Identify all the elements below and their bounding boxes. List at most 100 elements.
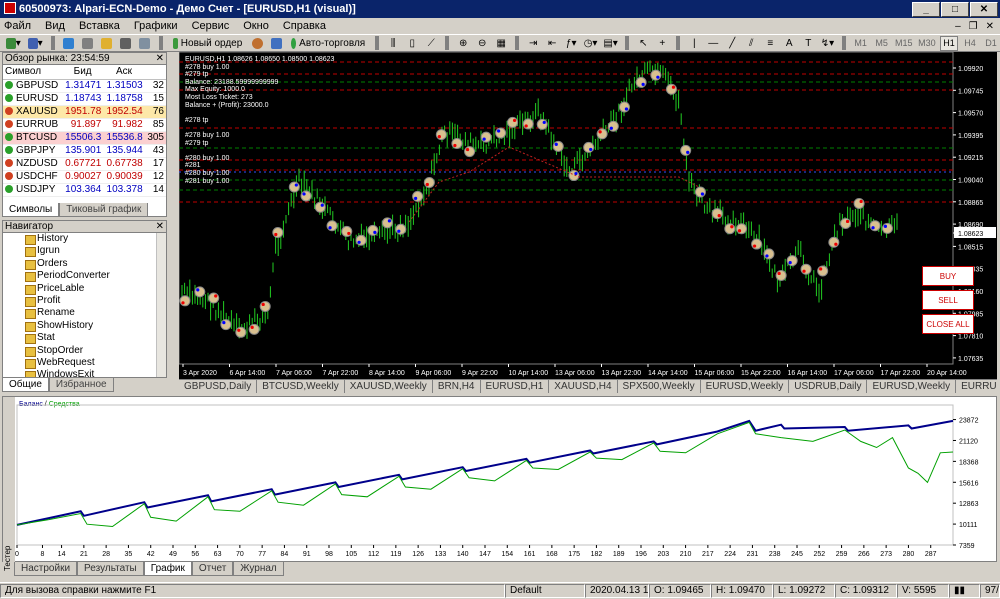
fibonacci-icon[interactable]: ≡ — [762, 36, 778, 51]
tab-tick-chart[interactable]: Тиковый график — [59, 203, 149, 217]
market-watch-row[interactable]: EURRUB 91.897 91.982 85 — [3, 118, 166, 132]
market-watch-row[interactable]: EURUSD 1.18743 1.18758 15 — [3, 92, 166, 106]
mdi-minimize-icon[interactable]: – — [955, 21, 961, 32]
indicators-icon[interactable]: ƒ▾ — [563, 36, 579, 51]
navigator-script-item[interactable]: StopOrder — [3, 345, 166, 357]
column-header-ask[interactable]: Аск — [103, 65, 145, 80]
column-header-symbol[interactable]: Символ — [3, 65, 62, 80]
tester-tab[interactable]: Настройки — [14, 562, 78, 576]
tab-symbols[interactable]: Символы — [2, 203, 60, 217]
menu-charts[interactable]: Графики — [134, 20, 178, 32]
arrows-tool-icon[interactable]: ↯▾ — [819, 36, 835, 51]
mdi-close-icon[interactable]: ✕ — [986, 21, 994, 32]
navigator-scrollbar[interactable] — [156, 233, 166, 377]
cursor-icon[interactable]: ↖ — [635, 36, 651, 51]
timeframe-m5[interactable]: M5 — [873, 36, 891, 51]
navigator-icon[interactable] — [99, 36, 115, 51]
navigator-script-item[interactable]: PriceLable — [3, 283, 166, 295]
market-watch-row[interactable]: BTCUSD 15506.3 15536.8 305 — [3, 131, 166, 145]
navigator-script-item[interactable]: PeriodConverter — [3, 270, 166, 283]
channel-icon[interactable]: ⫽ — [743, 36, 759, 51]
chart-tab[interactable]: GBPUSD,Daily — [179, 380, 258, 393]
timeframe-m1[interactable]: M1 — [852, 36, 870, 51]
signals-icon[interactable] — [249, 36, 265, 51]
templates-icon[interactable]: ▤▾ — [602, 36, 619, 51]
chart-tab[interactable]: EURUSD,Weekly — [867, 380, 957, 393]
vertical-line-icon[interactable]: | — [686, 36, 702, 51]
timeframe-h4[interactable]: H4 — [961, 36, 979, 51]
market-watch-row[interactable]: XAUUSD 1951.78 1952.54 76 — [3, 105, 166, 119]
market-watch-row[interactable]: NZDUSD 0.67721 0.67738 17 — [3, 157, 166, 171]
chart-tab[interactable]: EURUSD,Weekly — [701, 380, 790, 393]
chart-tab[interactable]: EURUSD,H1 — [481, 380, 550, 393]
mdi-restore-icon[interactable]: ❐ — [969, 21, 978, 32]
tester-icon[interactable] — [137, 36, 153, 51]
timeframe-m15[interactable]: M15 — [894, 36, 914, 51]
navigator-script-item[interactable]: Stat — [3, 332, 166, 345]
close-icon[interactable]: ✕ — [970, 1, 998, 17]
chart-shift-icon[interactable]: ⇤ — [544, 36, 560, 51]
tester-tab[interactable]: График — [143, 562, 192, 576]
navigator-script-item[interactable]: Rename — [3, 307, 166, 320]
new-chart-icon[interactable]: ▾ — [4, 36, 23, 51]
menu-view[interactable]: Вид — [45, 20, 65, 32]
terminal-icon[interactable] — [118, 36, 134, 51]
zoom-out-icon[interactable]: ⊖ — [474, 36, 490, 51]
column-header-bid[interactable]: Бид — [61, 65, 104, 80]
sell-button[interactable]: SELL — [922, 290, 974, 310]
periods-icon[interactable]: ◷▾ — [582, 36, 599, 51]
tester-tab[interactable]: Журнал — [233, 562, 284, 576]
menu-window[interactable]: Окно — [243, 20, 269, 32]
market-watch-row[interactable]: USDCHF 0.90027 0.90039 12 — [3, 170, 166, 184]
menu-file[interactable]: Файл — [4, 20, 31, 32]
zoom-in-icon[interactable]: ⊕ — [455, 36, 471, 51]
navigator-script-item[interactable]: Orders — [3, 258, 166, 271]
data-window-icon[interactable] — [80, 36, 96, 51]
chart-tab[interactable]: XAUUSD,H4 — [549, 380, 618, 393]
horizontal-line-icon[interactable]: — — [705, 36, 721, 51]
chart-tab[interactable]: BTCUSD,Weekly — [257, 380, 345, 393]
metaeditor-icon[interactable] — [268, 36, 284, 51]
price-chart[interactable]: 1.09920 1.09745 1.09570 1.09395 1.09215 1.090… — [179, 52, 997, 379]
autoscroll-icon[interactable]: ⇥ — [525, 36, 541, 51]
timeframe-m30[interactable]: M30 — [917, 36, 937, 51]
bar-chart-icon[interactable]: ⫼ — [385, 36, 401, 51]
navigator-script-item[interactable]: WindowsExit — [3, 369, 166, 377]
navigator-script-item[interactable]: History — [3, 233, 166, 246]
navigator-script-item[interactable]: Igrun — [3, 245, 166, 258]
new-order-button[interactable]: Новый ордер — [169, 36, 247, 51]
maximize-icon[interactable]: □ — [941, 1, 969, 17]
navigator-script-item[interactable]: WebRequest — [3, 357, 166, 370]
menu-help[interactable]: Справка — [283, 20, 326, 32]
navigator-script-item[interactable]: ShowHistory — [3, 320, 166, 333]
menu-tools[interactable]: Сервис — [192, 20, 230, 32]
tab-favorites[interactable]: Избранное — [48, 378, 114, 392]
profiles-icon[interactable]: ▾ — [26, 36, 45, 51]
minimize-icon[interactable]: _ — [912, 1, 940, 17]
close-icon[interactable]: ✕ — [156, 221, 164, 233]
label-tool-icon[interactable]: T — [800, 36, 816, 51]
crosshair-icon[interactable]: + — [654, 36, 670, 51]
text-tool-icon[interactable]: A — [781, 36, 797, 51]
chart-tab[interactable]: BRN,H4 — [433, 380, 481, 393]
trendline-icon[interactable]: ╱ — [724, 36, 740, 51]
tile-windows-icon[interactable]: ▦ — [493, 36, 509, 51]
market-watch-row[interactable]: GBPUSD 1.31471 1.31503 32 — [3, 79, 166, 93]
chart-tab[interactable]: XAUUSD,Weekly — [345, 380, 433, 393]
close-icon[interactable]: ✕ — [156, 53, 164, 65]
close-all-button[interactable]: CLOSE ALL — [922, 314, 974, 334]
line-chart-icon[interactable]: ⟋ — [423, 36, 439, 51]
market-watch-row[interactable]: GBPJPY 135.901 135.944 43 — [3, 144, 166, 158]
market-watch-row[interactable]: USDJPY 103.364 103.378 14 — [3, 183, 166, 197]
chart-tab[interactable]: EURRUB,H4 — [956, 380, 997, 393]
timeframe-d1[interactable]: D1 — [982, 36, 1000, 51]
timeframe-h1[interactable]: H1 — [939, 35, 958, 51]
market-watch-icon[interactable] — [61, 36, 77, 51]
tester-tab[interactable]: Результаты — [77, 562, 144, 576]
chart-tab[interactable]: USDRUB,Daily — [789, 380, 868, 393]
tester-tab[interactable]: Отчет — [191, 562, 234, 576]
navigator-script-item[interactable]: Profit — [3, 295, 166, 308]
menu-insert[interactable]: Вставка — [79, 20, 120, 32]
tab-common[interactable]: Общие — [2, 378, 49, 392]
candle-chart-icon[interactable]: ▯ — [404, 36, 420, 51]
